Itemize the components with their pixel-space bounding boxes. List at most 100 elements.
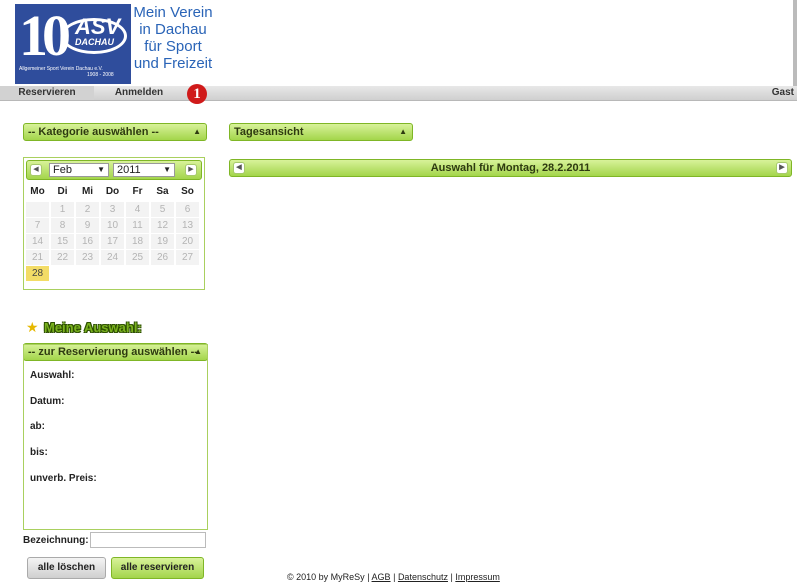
- page-footer: © 2010 by MyReSy | AGB | Datenschutz | I…: [287, 572, 500, 582]
- meine-auswahl-title: Meine Auswahl:: [44, 320, 142, 335]
- calendar-day[interactable]: 14: [26, 234, 49, 249]
- next-month-button[interactable]: ▶: [185, 164, 197, 176]
- field-bis-label: bis:: [30, 447, 48, 458]
- logo-number: 10: [19, 3, 71, 68]
- calendar-day[interactable]: 24: [101, 250, 124, 265]
- month-select-value: Feb: [53, 164, 72, 176]
- kategorie-select-label: -- Kategorie auswählen --: [28, 126, 159, 138]
- slogan-line: Mein Verein: [133, 4, 213, 21]
- calendar-week-row: 14 15 16 17 18 19 20: [26, 234, 202, 250]
- calendar-day[interactable]: 1: [51, 202, 74, 217]
- calendar-day-selected[interactable]: 28: [26, 266, 49, 281]
- dropdown-arrow-icon: ▼: [97, 165, 105, 174]
- chevron-right-icon: ▶: [188, 166, 194, 173]
- weekday-label: Mi: [81, 186, 94, 197]
- next-day-button[interactable]: ▶: [776, 162, 788, 174]
- calendar-day[interactable]: 15: [51, 234, 74, 249]
- weekday-label: Di: [57, 186, 68, 197]
- footer-separator: |: [393, 572, 396, 582]
- calendar-day[interactable]: 19: [151, 234, 174, 249]
- nav-tab-anmelden[interactable]: Anmelden: [94, 86, 184, 100]
- calendar-header: ◀ Feb ▼ 2011 ▼ ▶: [26, 160, 202, 180]
- calendar-week-row: 28: [26, 266, 202, 282]
- calendar-day[interactable]: 7: [26, 218, 49, 233]
- clear-all-button[interactable]: alle löschen: [27, 557, 106, 579]
- field-preis-label: unverb. Preis:: [30, 473, 97, 484]
- year-select-value: 2011: [117, 164, 141, 176]
- calendar-day[interactable]: 23: [76, 250, 99, 265]
- day-navigation-bar: ◀ Auswahl für Montag, 28.2.2011 ▶: [229, 159, 792, 177]
- impressum-link[interactable]: Impressum: [455, 572, 500, 582]
- slogan-line: in Dachau: [139, 21, 207, 38]
- weekday-header-row: Mo Di Mi Do Fr Sa So: [26, 184, 202, 200]
- dropdown-arrow-icon: ▼: [163, 165, 171, 174]
- weekday-label: Sa: [156, 186, 169, 197]
- calendar-day[interactable]: 3: [101, 202, 124, 217]
- calendar-day[interactable]: 8: [51, 218, 74, 233]
- calendar-day[interactable]: 11: [126, 218, 149, 233]
- bezeichnung-label: Bezeichnung:: [23, 535, 89, 546]
- calendar-day[interactable]: 12: [151, 218, 174, 233]
- star-icon: ★: [26, 319, 39, 335]
- copyright-text: © 2010 by MyReSy: [287, 572, 365, 582]
- weekday-label: Mo: [30, 186, 45, 197]
- calendar-day[interactable]: 17: [101, 234, 124, 249]
- field-auswahl-label: Auswahl:: [30, 370, 75, 381]
- datenschutz-link[interactable]: Datenschutz: [398, 572, 448, 582]
- calendar-day[interactable]: 18: [126, 234, 149, 249]
- calendar-day[interactable]: 27: [176, 250, 199, 265]
- field-ab-label: ab:: [30, 421, 45, 432]
- logo-slogan: Mein Verein in Dachau für Sport und Frei…: [131, 4, 215, 84]
- select-arrows-icon: ▲: [193, 127, 201, 136]
- calendar-day[interactable]: 25: [126, 250, 149, 265]
- calendar-day[interactable]: 10: [101, 218, 124, 233]
- field-datum-label: Datum:: [30, 396, 65, 407]
- chevron-left-icon: ◀: [33, 166, 39, 173]
- prev-day-button[interactable]: ◀: [233, 162, 245, 174]
- calendar-day[interactable]: 5: [151, 202, 174, 217]
- calendar-day[interactable]: 26: [151, 250, 174, 265]
- slogan-line: für Sport: [144, 38, 202, 55]
- year-select[interactable]: 2011 ▼: [113, 163, 175, 177]
- calendar-day[interactable]: 13: [176, 218, 199, 233]
- calendar-day[interactable]: 21: [26, 250, 49, 265]
- step-badge: 1: [187, 84, 207, 104]
- logo-emblem: 10 ASV DACHAU Allgemeiner Sport Verein D…: [15, 4, 131, 84]
- footer-separator: |: [367, 572, 370, 582]
- weekday-label: Do: [105, 186, 120, 197]
- logo-years: 1908 - 2008: [87, 72, 114, 78]
- reserve-all-button[interactable]: alle reservieren: [111, 557, 204, 579]
- calendar-day[interactable]: 9: [76, 218, 99, 233]
- nav-tab-reservieren[interactable]: Reservieren: [0, 86, 94, 100]
- day-selection-title: Auswahl für Montag, 28.2.2011: [430, 162, 591, 174]
- slogan-line: und Freizeit: [133, 55, 213, 72]
- ansicht-select-label: Tagesansicht: [234, 126, 304, 138]
- calendar-week-row: 123456: [26, 202, 202, 218]
- calendar-day[interactable]: 6: [176, 202, 199, 217]
- club-logo[interactable]: 10 ASV DACHAU Allgemeiner Sport Verein D…: [15, 4, 215, 84]
- weekday-label: Fr: [132, 186, 143, 197]
- logo-city: DACHAU: [75, 37, 114, 47]
- kategorie-select[interactable]: -- Kategorie auswählen -- ▲: [23, 123, 207, 141]
- chevron-right-icon: ▶: [779, 164, 785, 171]
- calendar-empty-cell: [26, 202, 49, 217]
- calendar-week-row: 21 22 23 24 25 26 27: [26, 250, 202, 266]
- month-select[interactable]: Feb ▼: [49, 163, 109, 177]
- footer-separator: |: [450, 572, 453, 582]
- calendar-day[interactable]: 16: [76, 234, 99, 249]
- ansicht-select[interactable]: Tagesansicht ▲: [229, 123, 413, 141]
- calendar-day[interactable]: 2: [76, 202, 99, 217]
- main-navbar: Reservieren Anmelden: [0, 86, 797, 101]
- bezeichnung-input[interactable]: [90, 532, 206, 548]
- calendar-day[interactable]: 4: [126, 202, 149, 217]
- select-arrows-icon: ▲: [399, 127, 407, 136]
- calendar-day[interactable]: 22: [51, 250, 74, 265]
- calendar-day[interactable]: 20: [176, 234, 199, 249]
- current-user: Gast: [771, 87, 794, 98]
- agb-link[interactable]: AGB: [372, 572, 391, 582]
- date-picker-calendar: ◀ Feb ▼ 2011 ▼ ▶ Mo Di Mi Do Fr Sa So 12345678…: [23, 157, 205, 290]
- scrollbar-edge: [793, 0, 797, 86]
- calendar-week-row: 7 8 9 10 11 12 13: [26, 218, 202, 234]
- prev-month-button[interactable]: ◀: [30, 164, 42, 176]
- chevron-left-icon: ◀: [236, 164, 242, 171]
